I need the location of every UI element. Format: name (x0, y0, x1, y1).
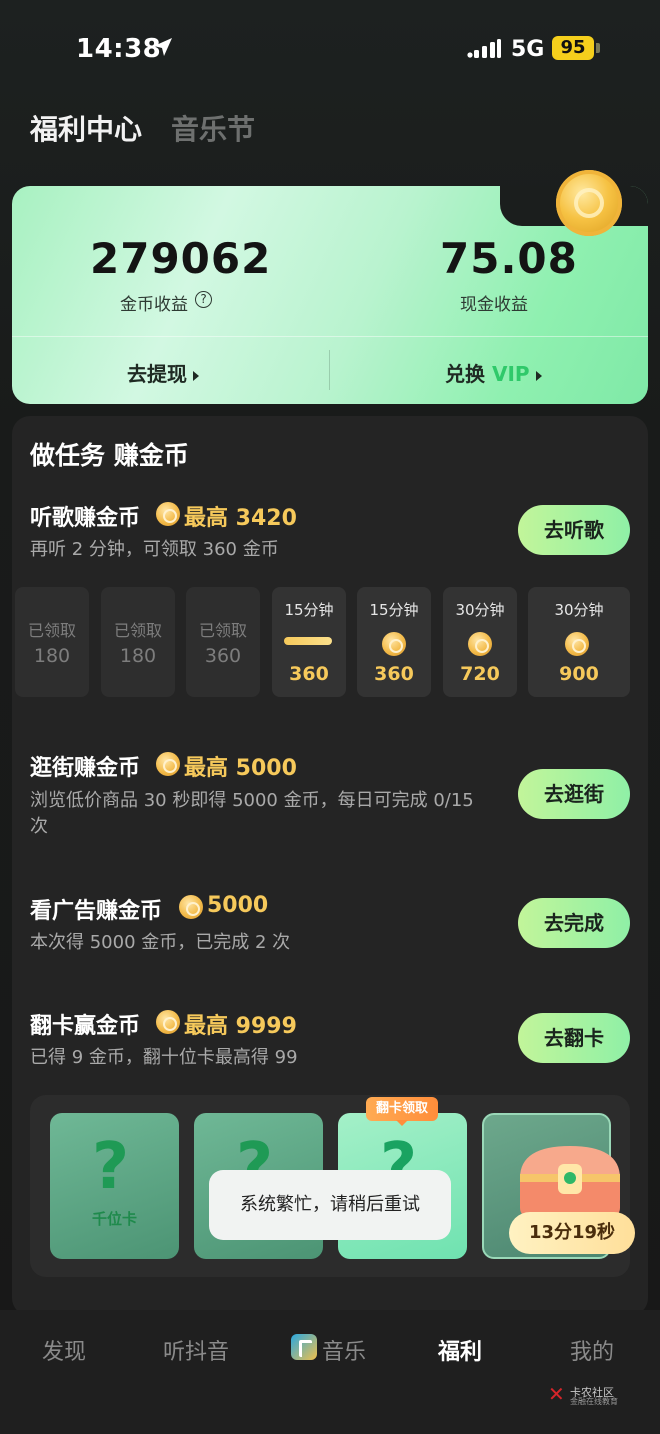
coin-icon (156, 502, 180, 526)
tab-welfare-center[interactable]: 福利中心 (30, 108, 142, 148)
listen-task-reward: 最高 3420 (184, 506, 297, 531)
withdraw-button[interactable]: 去提现 (127, 358, 199, 387)
nav-music[interactable]: 音乐 (322, 1334, 366, 1366)
gold-coin-decoration-ring (574, 188, 604, 218)
coin-balance: 279062 (90, 234, 272, 283)
watermark-logo-icon: ✕ (548, 1382, 565, 1406)
battery-tip (596, 43, 600, 53)
network-type: 5G (511, 37, 545, 62)
cash-balance-label: 现金收益 (460, 295, 528, 315)
nav-listen-douyin[interactable]: 听抖音 (163, 1334, 229, 1366)
watermark-subtext: 金融在线教育 (570, 1397, 618, 1406)
nav-me[interactable]: 我的 (570, 1334, 614, 1366)
flip-button[interactable]: 去翻卡 (518, 1013, 630, 1063)
flip-card-thousands-label: 千位卡 (91, 1210, 137, 1228)
flip-task-title: 翻卡赢金币 (30, 1014, 141, 1039)
flip-claim-badge: 翻卡领取 (366, 1097, 438, 1121)
ads-task-title: 看广告赚金币 (30, 899, 163, 924)
ads-task-reward: 5000 (207, 893, 269, 918)
music-app-icon (291, 1334, 317, 1360)
shopping-button[interactable]: 去逛街 (518, 769, 630, 819)
coin-icon (156, 1010, 180, 1034)
listen-task-desc: 再听 2 分钟，可领取 360 金币 (30, 539, 279, 560)
error-toast: 系统繁忙，请稍后重试 (209, 1170, 451, 1240)
listen-slot[interactable]: 30分钟 900 (528, 587, 630, 697)
vip-label: VIP (491, 362, 530, 386)
section-title: 做任务 赚金币 (30, 441, 189, 470)
slot-status: 已领取 (198, 621, 247, 640)
listen-slot[interactable]: 15分钟 360 (357, 587, 431, 697)
card-divider-vertical (329, 350, 330, 390)
listen-slot-claimed: 已领取 180 (101, 587, 175, 697)
badge-pointer (396, 1120, 408, 1126)
chest-timer: 13分19秒 (509, 1212, 635, 1254)
chevron-right-icon (535, 370, 542, 381)
listen-task-title: 听歌赚金币 (30, 506, 141, 531)
slot-duration: 15分钟 (284, 601, 334, 619)
exchange-vip-button[interactable]: 兑换 VIP (445, 358, 542, 387)
coin-balance-label: 金币收益 (120, 295, 188, 315)
slot-value: 900 (559, 663, 599, 685)
shopping-task-desc-cont: 次 (30, 816, 48, 837)
slot-progress-bar (284, 637, 332, 645)
listen-slot-in-progress[interactable]: 15分钟 360 (272, 587, 346, 697)
exchange-label: 兑换 (445, 362, 485, 386)
bottom-nav (0, 1310, 660, 1434)
coin-stack-icon (565, 632, 589, 656)
battery-indicator: 95 (552, 36, 594, 60)
help-icon[interactable]: ? (195, 291, 212, 308)
flip-task-reward: 最高 9999 (184, 1014, 297, 1039)
shopping-task-reward: 最高 5000 (184, 756, 297, 781)
coin-icon (468, 632, 492, 656)
slot-status: 已领取 (27, 621, 76, 640)
listen-slot-claimed: 已领取 360 (186, 587, 260, 697)
signal-icon (467, 39, 501, 58)
withdraw-label: 去提现 (127, 362, 187, 386)
chevron-right-icon (193, 370, 199, 381)
location-arrow-icon (154, 38, 172, 56)
nav-welfare[interactable]: 福利 (438, 1334, 482, 1366)
question-mark: ? (92, 1130, 130, 1204)
nav-discover[interactable]: 发现 (42, 1334, 86, 1366)
listen-button[interactable]: 去听歌 (518, 505, 630, 555)
slot-status: 已领取 (113, 621, 162, 640)
slot-duration: 30分钟 (554, 601, 604, 619)
shopping-task-desc: 浏览低价商品 30 秒即得 5000 金币，每日可完成 0/15 (30, 790, 474, 811)
ads-task-desc: 本次得 5000 金币，已完成 2 次 (30, 932, 291, 953)
shopping-task-title: 逛街赚金币 (30, 756, 141, 781)
slot-value: 360 (204, 645, 242, 667)
tab-music-festival[interactable]: 音乐节 (171, 108, 255, 148)
coin-icon (382, 632, 406, 656)
slot-duration: 30分钟 (455, 601, 505, 619)
listen-slot[interactable]: 30分钟 720 (443, 587, 517, 697)
card-divider (12, 336, 648, 337)
treasure-chest-icon (520, 1146, 620, 1218)
slot-value: 720 (460, 663, 500, 685)
slot-value: 360 (374, 663, 414, 685)
slot-value: 180 (33, 645, 71, 667)
flip-task-desc: 已得 9 金币，翻十位卡最高得 99 (30, 1047, 298, 1068)
earnings-card (12, 186, 648, 404)
cash-balance: 75.08 (440, 234, 578, 283)
slot-duration: 15分钟 (369, 601, 419, 619)
ads-complete-button[interactable]: 去完成 (518, 898, 630, 948)
status-bar: 14:38 5G 95 (0, 0, 660, 100)
listen-slot-claimed: 已领取 180 (15, 587, 89, 697)
coin-icon (179, 895, 203, 919)
coin-icon (156, 752, 180, 776)
status-time: 14:38 (76, 34, 162, 64)
slot-value: 360 (289, 663, 329, 685)
slot-value: 180 (119, 645, 157, 667)
